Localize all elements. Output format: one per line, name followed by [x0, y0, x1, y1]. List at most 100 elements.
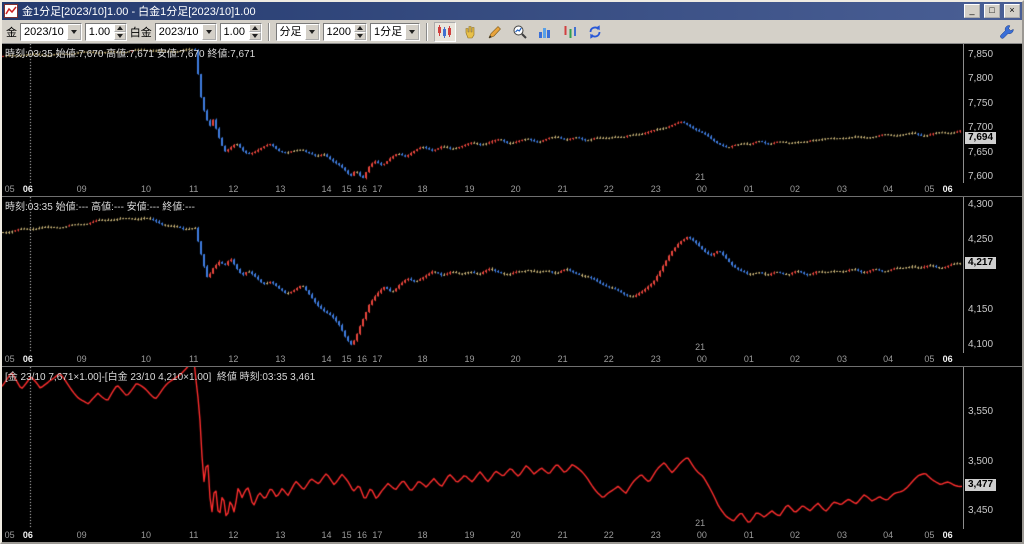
chart-type-button[interactable]	[434, 21, 457, 42]
gold-plot-area[interactable]: 時刻:03:35 始値:7,670 高値:7,671 安値:7,670 終値:7…	[2, 44, 964, 183]
gold-contract-month-value: 2023/10	[24, 25, 64, 38]
close-button[interactable]: ×	[1004, 4, 1020, 18]
platinum-ohlc-info: 時刻:03:35 始値:--- 高値:--- 安値:--- 終値:---	[5, 202, 195, 213]
x-axis-label: 21	[557, 530, 568, 540]
toolbar-separator	[267, 22, 270, 41]
x-axis-label: 14	[321, 354, 332, 364]
x-axis-label: 05	[924, 184, 935, 194]
x-axis-label: 05	[924, 354, 935, 364]
x-axis-label: 17	[372, 354, 383, 364]
x-axis-label: 16	[357, 354, 368, 364]
x-axis-label: 02	[789, 184, 800, 194]
platinum-multiplier-spinner[interactable]: 1.00	[219, 22, 262, 41]
chevron-down-icon[interactable]	[304, 23, 319, 40]
refresh-button[interactable]	[584, 21, 607, 42]
current-price-badge: 4,217	[965, 257, 997, 270]
wrench-icon	[1000, 24, 1014, 39]
date-change-label: 21	[695, 172, 706, 182]
chevron-down-icon[interactable]	[405, 23, 420, 40]
spin-down-icon[interactable]	[248, 31, 261, 40]
x-axis-label: 15	[341, 354, 352, 364]
x-axis-label: 03	[837, 184, 848, 194]
zoom-tool-button[interactable]	[509, 21, 532, 42]
x-axis-label: 04	[883, 354, 894, 364]
toolbar-separator	[426, 22, 429, 41]
spin-down-icon[interactable]	[354, 31, 367, 40]
x-axis-label: 17	[372, 184, 383, 194]
spin-up-icon[interactable]	[248, 23, 261, 32]
spin-up-icon[interactable]	[354, 23, 367, 32]
spread-plot-area[interactable]: [金 23/10 7,671×1.00]-[白金 23/10 4,210×1.0…	[2, 367, 964, 529]
x-axis-label: 11	[189, 184, 199, 194]
x-axis-label: 03	[837, 530, 848, 540]
chart-stack: 時刻:03:35 始値:7,670 高値:7,671 安値:7,670 終値:7…	[2, 44, 1022, 542]
platinum-time-axis: 05 06 09 10 11 12 13 14 15 16 17 18 19 20 21 22 23 00 01 02…	[2, 353, 964, 366]
gold-contract-month-select[interactable]: 2023/10	[20, 22, 82, 41]
x-axis-label: 10	[141, 354, 152, 364]
candlestick-chart-icon	[438, 24, 452, 38]
y-axis-label: 4,300	[968, 199, 994, 211]
x-axis-label: 04	[883, 184, 894, 194]
y-axis-label: 7,600	[968, 171, 994, 183]
chart-app-window: 金1分足[2023/10]1.00 - 白金1分足[2023/10]1.00 _…	[0, 0, 1024, 544]
x-axis-label: 23	[650, 184, 661, 194]
x-axis-label: 11	[189, 354, 199, 364]
x-axis-label: 05	[924, 530, 935, 540]
y-axis-label: 7,750	[968, 97, 994, 109]
x-axis-label: 15	[341, 530, 352, 540]
chevron-down-icon[interactable]	[201, 23, 216, 40]
maximize-button[interactable]: □	[984, 4, 1000, 18]
pan-tool-button[interactable]	[459, 21, 482, 42]
x-axis-label: 23	[650, 354, 661, 364]
x-axis-label: 18	[417, 530, 428, 540]
title-bar[interactable]: 金1分足[2023/10]1.00 - 白金1分足[2023/10]1.00 _…	[2, 2, 1022, 20]
y-axis-label: 4,150	[968, 303, 994, 315]
x-axis-label: 04	[883, 530, 894, 540]
spread-chart-panel: [金 23/10 7,671×1.00]-[白金 23/10 4,210×1.0…	[2, 367, 1022, 542]
x-axis-label: 10	[141, 184, 152, 194]
timeframe-select[interactable]: 1分足	[370, 22, 421, 41]
x-axis-label: 02	[789, 530, 800, 540]
x-axis-label: 13	[275, 530, 286, 540]
chevron-down-icon[interactable]	[66, 23, 81, 40]
x-axis-label: 16	[357, 530, 368, 540]
magnifier-icon	[513, 25, 527, 39]
x-axis-label: 06	[942, 530, 953, 540]
x-axis-label: 05	[4, 184, 15, 194]
platinum-contract-month-select[interactable]: 2023/10	[154, 22, 217, 41]
x-axis-label: 12	[228, 184, 239, 194]
gold-multiplier-spinner[interactable]: 1.00	[84, 22, 127, 41]
x-axis-label: 22	[603, 530, 614, 540]
gold-symbol-label: 金	[6, 26, 17, 39]
settings-button[interactable]	[996, 21, 1018, 42]
y-axis-label: 4,100	[968, 338, 994, 350]
x-axis-label: 18	[417, 184, 428, 194]
indicator-chart-button[interactable]	[534, 21, 557, 42]
x-axis-label: 14	[321, 530, 332, 540]
x-axis-label: 19	[464, 530, 475, 540]
x-axis-label: 06	[942, 184, 953, 194]
draw-line-button[interactable]	[484, 21, 507, 42]
bar-type-select[interactable]: 分足	[275, 22, 320, 41]
platinum-chart-panel: 時刻:03:35 始値:--- 高値:--- 安値:--- 終値:--- 21 …	[2, 197, 1022, 367]
x-axis-label: 11	[189, 530, 199, 540]
minimize-button[interactable]: _	[964, 4, 980, 18]
current-price-badge: 7,694	[965, 132, 997, 145]
x-axis-label: 03	[837, 354, 848, 364]
x-axis-label: 22	[603, 354, 614, 364]
date-change-label: 21	[695, 342, 706, 352]
x-axis-label: 13	[275, 354, 286, 364]
x-axis-label: 16	[357, 184, 368, 194]
spin-up-icon[interactable]	[113, 23, 126, 32]
platinum-plot-area[interactable]: 時刻:03:35 始値:--- 高値:--- 安値:--- 終値:--- 21	[2, 197, 964, 353]
axis-corner	[964, 529, 1022, 542]
spin-down-icon[interactable]	[113, 31, 126, 40]
gold-time-axis: 05 06 09 10 11 12 13 14 15 16 17 18 19 20 21 22 23 00 01 02…	[2, 183, 964, 196]
bar-count-spinner[interactable]: 1200	[322, 22, 368, 41]
pencil-icon	[488, 25, 502, 38]
gold-candles-canvas	[2, 44, 962, 183]
compare-chart-button[interactable]	[559, 21, 582, 42]
timeframe-value: 1分足	[374, 25, 403, 38]
y-axis-label: 4,250	[968, 234, 994, 246]
x-axis-label: 06	[22, 184, 33, 194]
